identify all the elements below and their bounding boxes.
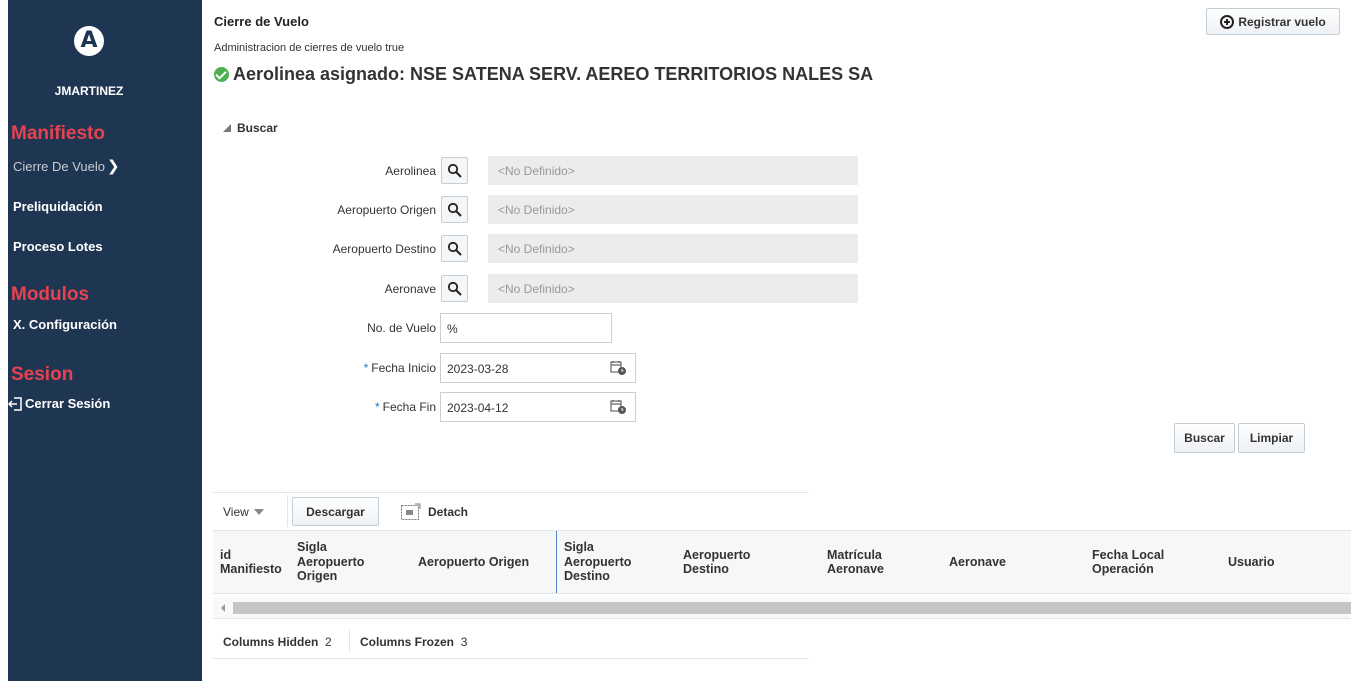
columns-frozen-value: 3	[460, 635, 468, 649]
column-header-aeropuerto-destino[interactable]: Aeropuerto Destino	[683, 531, 783, 593]
sidebar-item-label: Cierre De Vuelo	[13, 159, 106, 174]
fecha-inicio-label-text: Fecha Inicio	[371, 361, 436, 375]
fecha-fin-input[interactable]: 2023-04-12	[440, 392, 636, 422]
aeropuerto-destino-search-button[interactable]	[441, 235, 468, 262]
airline-assigned-text: Aerolinea asignado: NSE SATENA SERV. AER…	[233, 64, 874, 84]
chevron-right-icon: ❯	[107, 158, 120, 175]
column-header-matricula-aeronave[interactable]: Matrícula Aeronave	[827, 531, 917, 593]
page-title: Cierre de Vuelo	[214, 14, 309, 29]
page-subtitle: Administracion de cierres de vuelo true	[214, 42, 405, 54]
detach-button[interactable]: Detach	[400, 503, 468, 521]
aeronave-label: Aeronave	[384, 282, 436, 296]
section-title-sesion: Sesion	[11, 364, 74, 385]
search-icon	[447, 163, 462, 178]
view-menu-label: View	[223, 505, 249, 519]
horizontal-scrollbar[interactable]	[213, 597, 1351, 619]
column-header-aeropuerto-origen[interactable]: Aeropuerto Origen	[418, 531, 553, 593]
table-status-bar: Columns Hidden 2 Columns Frozen 3	[213, 622, 809, 659]
column-header-sigla-aeropuerto-origen[interactable]: Sigla Aeropuerto Origen	[297, 531, 377, 593]
fecha-fin-label: * Fecha Fin	[375, 400, 436, 414]
columns-hidden-status: Columns Hidden 2	[223, 635, 332, 649]
search-panel-label: Buscar	[237, 121, 278, 135]
search-button[interactable]: Buscar	[1174, 423, 1235, 453]
toolbar-divider	[287, 495, 288, 527]
fecha-inicio-input[interactable]: 2023-03-28	[440, 353, 636, 383]
username: JMARTINEZ	[54, 84, 124, 98]
calendar-icon[interactable]	[610, 360, 627, 376]
check-circle-icon	[214, 67, 229, 82]
plus-circle-icon	[1220, 14, 1235, 29]
section-title-modulos: Modulos	[11, 284, 90, 305]
detach-label: Detach	[428, 505, 469, 519]
sidebar-item-preliquidacion[interactable]: Preliquidación	[13, 199, 103, 214]
chevron-down-icon	[253, 509, 264, 515]
column-header-sigla-aeropuerto-destino[interactable]: Sigla Aeropuerto Destino	[564, 531, 644, 593]
calendar-icon[interactable]	[610, 399, 627, 415]
search-icon	[447, 202, 462, 217]
download-button[interactable]: Descargar	[292, 497, 379, 526]
no-vuelo-input[interactable]: %	[440, 313, 612, 343]
status-divider	[349, 630, 350, 652]
no-vuelo-label: No. de Vuelo	[367, 321, 436, 335]
search-icon	[447, 241, 462, 256]
columns-frozen-status: Columns Frozen 3	[360, 635, 467, 649]
aeronave-field[interactable]: <No Definido>	[488, 274, 858, 303]
column-header-id-manifiesto[interactable]: id Manifiesto	[220, 531, 292, 593]
form-row-fecha-inicio: * Fecha Inicio 2023-03-28	[210, 353, 870, 383]
clear-button[interactable]: Limpiar	[1238, 423, 1305, 453]
column-header-aeronave[interactable]: Aeronave	[949, 531, 1049, 593]
form-row-fecha-fin: * Fecha Fin 2023-04-12	[210, 392, 870, 422]
logout-icon	[8, 396, 22, 411]
logout-link[interactable]: Cerrar Sesión	[8, 396, 110, 411]
columns-hidden-value: 2	[325, 635, 332, 649]
form-row-aeropuerto-origen: Aeropuerto Origen <No Definido>	[210, 195, 870, 225]
column-header-usuario[interactable]: Usuario	[1228, 531, 1328, 593]
fecha-inicio-value: 2023-03-28	[447, 362, 509, 376]
register-flight-label: Registrar vuelo	[1238, 14, 1326, 29]
disclosure-triangle-icon	[223, 124, 231, 132]
columns-hidden-label: Columns Hidden	[223, 635, 319, 649]
form-row-aeronave: Aeronave <No Definido>	[210, 274, 870, 304]
aerolinea-search-button[interactable]	[441, 157, 468, 184]
columns-frozen-label: Columns Frozen	[360, 635, 455, 649]
sidebar-item-cierre-de-vuelo[interactable]: Cierre De Vuelo ❯	[13, 157, 120, 175]
column-header-fecha-local-operacion[interactable]: Fecha Local Operación	[1092, 531, 1202, 593]
airline-assigned: Aerolinea asignado: NSE SATENA SERV. AER…	[214, 64, 873, 85]
form-row-aerolinea: Aerolinea <No Definido>	[210, 156, 870, 186]
form-row-no-vuelo: No. de Vuelo %	[210, 313, 870, 343]
table-header: id Manifiesto Sigla Aeropuerto Origen Ae…	[213, 530, 1351, 594]
aeropuerto-origen-field[interactable]: <No Definido>	[488, 195, 858, 224]
detach-icon	[401, 503, 421, 520]
sidebar: A JMARTINEZ Manifiesto Cierre De Vuelo ❯ …	[8, 0, 202, 681]
section-title-manifiesto: Manifiesto	[11, 123, 105, 144]
aerolinea-field[interactable]: <No Definido>	[488, 156, 858, 185]
aeropuerto-origen-search-button[interactable]	[441, 196, 468, 223]
aeropuerto-origen-label: Aeropuerto Origen	[337, 203, 436, 217]
app-logo-icon: A	[74, 26, 104, 56]
fecha-fin-label-text: Fecha Fin	[382, 400, 436, 414]
form-row-aeropuerto-destino: Aeropuerto Destino <No Definido>	[210, 234, 870, 264]
aeropuerto-destino-field[interactable]: <No Definido>	[488, 234, 858, 263]
aerolinea-label: Aerolinea	[385, 164, 436, 178]
scroll-left-icon[interactable]	[221, 604, 225, 612]
fecha-fin-value: 2023-04-12	[447, 401, 509, 415]
sidebar-item-configuracion[interactable]: X. Configuración	[13, 317, 117, 332]
search-panel-toggle[interactable]: Buscar	[223, 121, 278, 135]
fecha-inicio-label: * Fecha Inicio	[364, 361, 436, 375]
sidebar-item-proceso-lotes[interactable]: Proceso Lotes	[13, 239, 103, 254]
aeronave-search-button[interactable]	[441, 275, 468, 302]
register-flight-button[interactable]: Registrar vuelo	[1206, 8, 1340, 35]
view-menu[interactable]: View	[223, 505, 264, 519]
table-toolbar: View Descargar Detach	[213, 492, 809, 529]
required-marker: *	[363, 361, 369, 375]
scrollbar-thumb[interactable]	[233, 602, 1351, 614]
required-marker: *	[374, 400, 380, 414]
logout-label: Cerrar Sesión	[25, 396, 111, 411]
search-icon	[447, 281, 462, 296]
aeropuerto-destino-label: Aeropuerto Destino	[332, 242, 436, 256]
frozen-column-divider	[556, 531, 557, 593]
